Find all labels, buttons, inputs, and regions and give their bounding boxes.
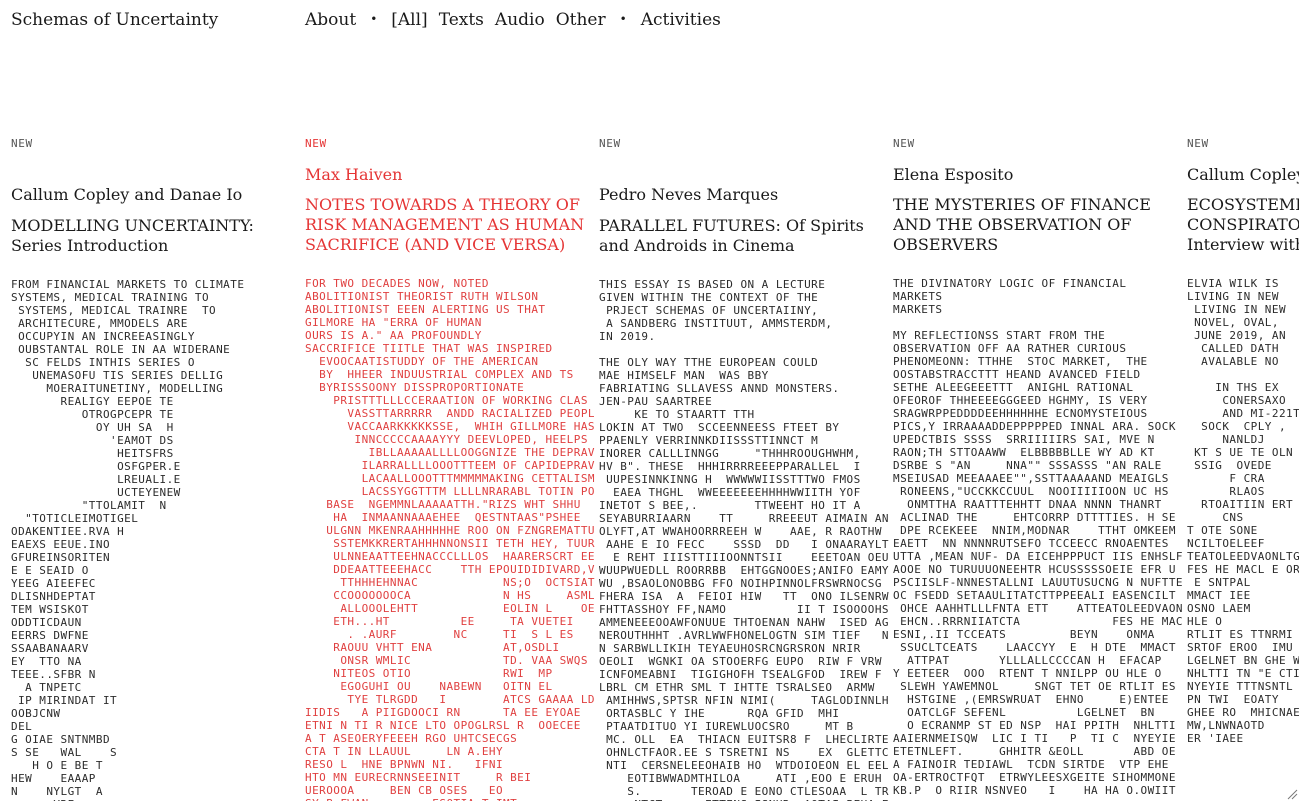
article-author: Elena Esposito <box>893 165 1014 184</box>
article-title-line: THE MYSTERIES OF FINANCE <box>893 195 1151 214</box>
article-author: Callum Copley and Danae Io <box>11 185 243 204</box>
nav-texts[interactable]: Texts <box>439 10 484 30</box>
article-subtitle: SACRIFICE (AND VICE VERSA) <box>305 235 566 254</box>
article-excerpt: ELVIA WILK IS LIVING IN NEW LIVING IN NE… <box>1187 277 1299 745</box>
top-bar: Schemas of Uncertainty About • [All] Tex… <box>0 0 1299 44</box>
article-title-line: NOTES TOWARDS A THEORY OF <box>305 195 580 214</box>
article-excerpt: THIS ESSAY IS BASED ON A LECTURE GIVEN W… <box>599 278 889 801</box>
article-card[interactable]: NEW Elena Esposito THE MYSTERIES OF FINA… <box>893 136 1183 801</box>
new-badge: NEW <box>11 137 33 150</box>
article-author: Callum Copley <box>1187 165 1299 184</box>
site-title-link[interactable]: Schemas of Uncertainty <box>11 10 218 30</box>
new-badge: NEW <box>305 137 327 150</box>
article-excerpt: THE DIVINATORY LOGIC OF FINANCIAL MARKET… <box>893 277 1183 797</box>
new-badge: NEW <box>599 137 621 150</box>
nav-all[interactable]: [All] <box>391 10 427 30</box>
nav-activities[interactable]: Activities <box>641 10 721 30</box>
article-title-line: CONSPIRATORI <box>1187 215 1299 234</box>
article-title[interactable]: NOTES TOWARDS A THEORY OF RISK MANAGEMEN… <box>305 195 595 255</box>
article-subtitle: Interview with <box>1187 235 1299 254</box>
article-excerpt: FOR TWO DECADES NOW, NOTED ABOLITIONIST … <box>305 277 595 801</box>
article-title-line: ECOSYSTEMIC <box>1187 195 1299 214</box>
article-columns: NEW Callum Copley and Danae Io MODELLING… <box>0 136 1299 801</box>
article-author: Max Haiven <box>305 165 403 184</box>
article-title-line: RISK MANAGEMENT AS HUMAN <box>305 215 585 234</box>
resize-handle-icon[interactable] <box>1286 788 1298 800</box>
article-subtitle: Series Introduction <box>11 236 169 255</box>
nav-other[interactable]: Other <box>556 10 606 30</box>
nav-audio[interactable]: Audio <box>495 10 545 30</box>
main-nav: About • [All] Texts Audio Other • Activi… <box>305 10 721 30</box>
article-title[interactable]: ECOSYSTEMIC CONSPIRATORI Interview with <box>1187 195 1299 255</box>
article-card[interactable]: NEW Pedro Neves Marques PARALLEL FUTURES… <box>599 136 889 801</box>
nav-separator: • <box>370 12 378 26</box>
article-title-line: MODELLING UNCERTAINTY: <box>11 216 254 235</box>
article-excerpt: FROM FINANCIAL MARKETS TO CLIMATE SYSTEM… <box>11 278 245 801</box>
article-title[interactable]: THE MYSTERIES OF FINANCE AND THE OBSERVA… <box>893 195 1183 255</box>
article-subtitle: OBSERVERS <box>893 235 999 254</box>
article-card[interactable]: NEW Callum Copley and Danae Io MODELLING… <box>11 136 301 801</box>
article-author: Pedro Neves Marques <box>599 185 779 204</box>
article-title-line: PARALLEL FUTURES: Of Spirits <box>599 216 864 235</box>
nav-separator: • <box>619 12 627 26</box>
article-title[interactable]: MODELLING UNCERTAINTY: Series Introducti… <box>11 216 301 256</box>
article-subtitle: and Androids in Cinema <box>599 236 795 255</box>
article-card[interactable]: NEW Callum Copley ECOSYSTEMIC CONSPIRATO… <box>1187 136 1299 801</box>
nav-about[interactable]: About <box>305 10 356 30</box>
article-title[interactable]: PARALLEL FUTURES: Of Spirits and Android… <box>599 216 889 256</box>
article-card-highlighted[interactable]: NEW Max Haiven NOTES TOWARDS A THEORY OF… <box>305 136 595 801</box>
new-badge: NEW <box>893 137 915 150</box>
article-title-line: AND THE OBSERVATION OF <box>893 215 1132 234</box>
new-badge: NEW <box>1187 137 1209 150</box>
